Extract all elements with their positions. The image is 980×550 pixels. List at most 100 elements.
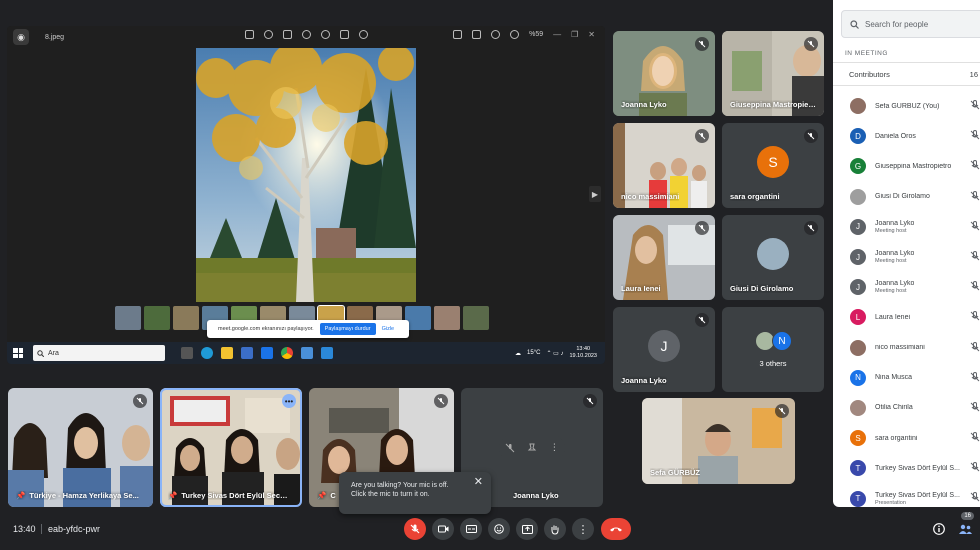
mic-off-icon <box>970 371 980 382</box>
file-name: 8.jpeg <box>45 33 65 41</box>
participant-row[interactable]: D Daniela Oros <box>833 121 980 151</box>
participant-name: Joanna Lyko <box>875 280 915 288</box>
participant-name: Joanna Lyko <box>621 376 667 385</box>
participant-tile[interactable]: Laura Ienei <box>613 215 715 300</box>
mic-toggle-button[interactable] <box>404 518 426 540</box>
participant-tile[interactable]: 📌 Türkiye - Hamza Yerlikaya Se... <box>8 388 153 507</box>
participant-name: nico massimiani <box>875 344 925 352</box>
meeting-code: eab-yfdc-pwr <box>48 524 101 534</box>
restore-icon: ❐ <box>571 30 579 39</box>
search-people-field[interactable]: Search for people <box>841 10 980 38</box>
zoom-in-icon <box>510 30 520 39</box>
self-view-tile[interactable]: Sefa GÜRBÜZ <box>642 398 795 484</box>
photos-taskbar-icon[interactable] <box>301 347 313 359</box>
store-icon[interactable] <box>241 347 253 359</box>
participant-tile[interactable]: Giuseppina Mastropietro <box>722 31 824 116</box>
taskbar-search[interactable]: Ara <box>33 345 165 361</box>
others-avatar: N <box>772 331 792 351</box>
thumbnail[interactable] <box>463 306 489 330</box>
snip-icon[interactable] <box>321 347 333 359</box>
participant-row[interactable]: Ssara organtini <box>833 423 980 453</box>
people-icon <box>958 524 972 534</box>
participant-video <box>8 388 153 507</box>
participant-row[interactable]: Giusi Di Girolamo <box>833 182 980 212</box>
mic-off-icon <box>970 432 980 442</box>
participant-avatar: D <box>850 128 866 145</box>
present-button[interactable] <box>516 518 538 540</box>
chrome-icon[interactable] <box>281 347 293 359</box>
participant-tile[interactable]: Joanna Lyko <box>613 31 715 116</box>
leave-call-button[interactable] <box>601 518 631 540</box>
participant-name: Sefa GÜRBÜZ <box>650 468 701 477</box>
more-options-icon[interactable]: ••• <box>282 394 296 408</box>
stop-sharing-button[interactable]: Paylaşmayı durdur <box>319 323 376 335</box>
file-explorer-icon[interactable] <box>221 347 233 359</box>
participant-row[interactable]: T Turkey Sivas Dört Eylül S... Presentatio… <box>833 483 980 507</box>
screen-share-notice: meet.google.com ekranınızı paylaşıyor. P… <box>207 320 409 338</box>
participant-role: Meeting host <box>875 258 907 265</box>
participant-row[interactable]: L Laura Ienei <box>833 302 980 332</box>
participant-name: Joanna Lyko <box>621 100 667 109</box>
thumbnail[interactable] <box>434 306 460 330</box>
captions-button[interactable] <box>460 518 482 540</box>
participant-row[interactable]: J Joanna Lyko Meeting host <box>833 272 980 302</box>
participant-tile[interactable]: nico massimiani <box>613 123 715 208</box>
edge-icon[interactable] <box>201 347 213 359</box>
participant-avatar: T <box>850 490 866 507</box>
mic-off-tooltip: Are you talking? Your mic is off. Click … <box>339 472 491 514</box>
next-image-icon[interactable]: ▶ <box>589 186 601 202</box>
close-icon[interactable]: ✕ <box>474 477 483 488</box>
participant-row[interactable]: N Nina Musca <box>833 363 980 393</box>
mail-icon[interactable] <box>261 347 273 359</box>
participant-row[interactable]: Otilia Chirila <box>833 393 980 423</box>
participant-tile[interactable]: ••• 📌 Turkey Sivas Dört Eylül Seco... <box>160 388 302 507</box>
task-view-icon[interactable] <box>181 347 193 359</box>
mic-off-icon <box>410 524 420 534</box>
others-tile[interactable]: N 3 others <box>722 307 824 392</box>
search-placeholder: Search for people <box>865 19 929 29</box>
reactions-button[interactable] <box>488 518 510 540</box>
participant-row[interactable]: J Joanna Lyko Meeting host <box>833 242 980 272</box>
taskbar-search-placeholder: Ara <box>48 349 59 357</box>
raise-hand-button[interactable] <box>544 518 566 540</box>
participant-name: sara organtini <box>730 192 780 201</box>
thumbnail[interactable] <box>115 306 141 330</box>
participant-row[interactable]: T Turkey Sivas Dört Eylül S... <box>833 453 980 483</box>
search-icon <box>37 349 44 357</box>
mic-off-icon <box>804 129 818 143</box>
participant-name: nico massimiani <box>621 192 680 201</box>
section-label: IN MEETING <box>845 50 888 57</box>
tile-more-icon[interactable]: ⋮ <box>550 442 559 453</box>
camera-toggle-button[interactable] <box>432 518 454 540</box>
participant-tile[interactable]: Giusi Di Girolamo <box>722 215 824 300</box>
thumbnail[interactable] <box>173 306 199 330</box>
mic-off-icon <box>970 401 980 412</box>
people-button[interactable] <box>958 522 972 536</box>
mic-off-icon <box>970 130 980 140</box>
mute-participant-icon[interactable] <box>505 443 515 453</box>
more-options-button[interactable]: ⋮ <box>572 518 594 540</box>
participant-row[interactable]: J Joanna Lyko Meeting host <box>833 212 980 242</box>
participant-tile[interactable]: S sara organtini <box>722 123 824 208</box>
hide-button[interactable]: Gizle <box>382 326 395 332</box>
weather-icon: ☁ <box>515 350 522 357</box>
thumbnail[interactable] <box>144 306 170 330</box>
captions-icon <box>465 525 477 533</box>
participant-row[interactable]: Sefa GÜRBÜZ (You) <box>833 91 980 121</box>
meeting-details-button[interactable] <box>932 522 946 536</box>
participant-name: Turkey Sivas Dört Eylül S... <box>875 464 960 472</box>
mic-off-icon <box>804 37 818 51</box>
pin-participant-icon[interactable] <box>527 443 537 453</box>
meeting-time: 13:40 <box>13 524 36 534</box>
mic-off-icon <box>970 311 980 321</box>
windows-start-icon[interactable] <box>13 348 23 358</box>
participant-tile[interactable]: J Joanna Lyko <box>613 307 715 392</box>
contributors-count: 16 <box>969 69 978 79</box>
participant-name: Sefa GÜRBÜZ (You) <box>875 102 940 110</box>
participant-avatar: J <box>850 249 866 266</box>
participant-row[interactable]: G Giuseppina Mastropietro <box>833 151 980 181</box>
participant-row[interactable]: nico massimiani <box>833 333 980 363</box>
contributors-row[interactable]: Contributors 16 <box>833 62 980 86</box>
shared-screen[interactable]: ◉ 8.jpeg %59 — ❐ ✕ ▶ meet.google.com ekr… <box>7 26 605 364</box>
pin-icon: 📌 <box>317 491 327 500</box>
